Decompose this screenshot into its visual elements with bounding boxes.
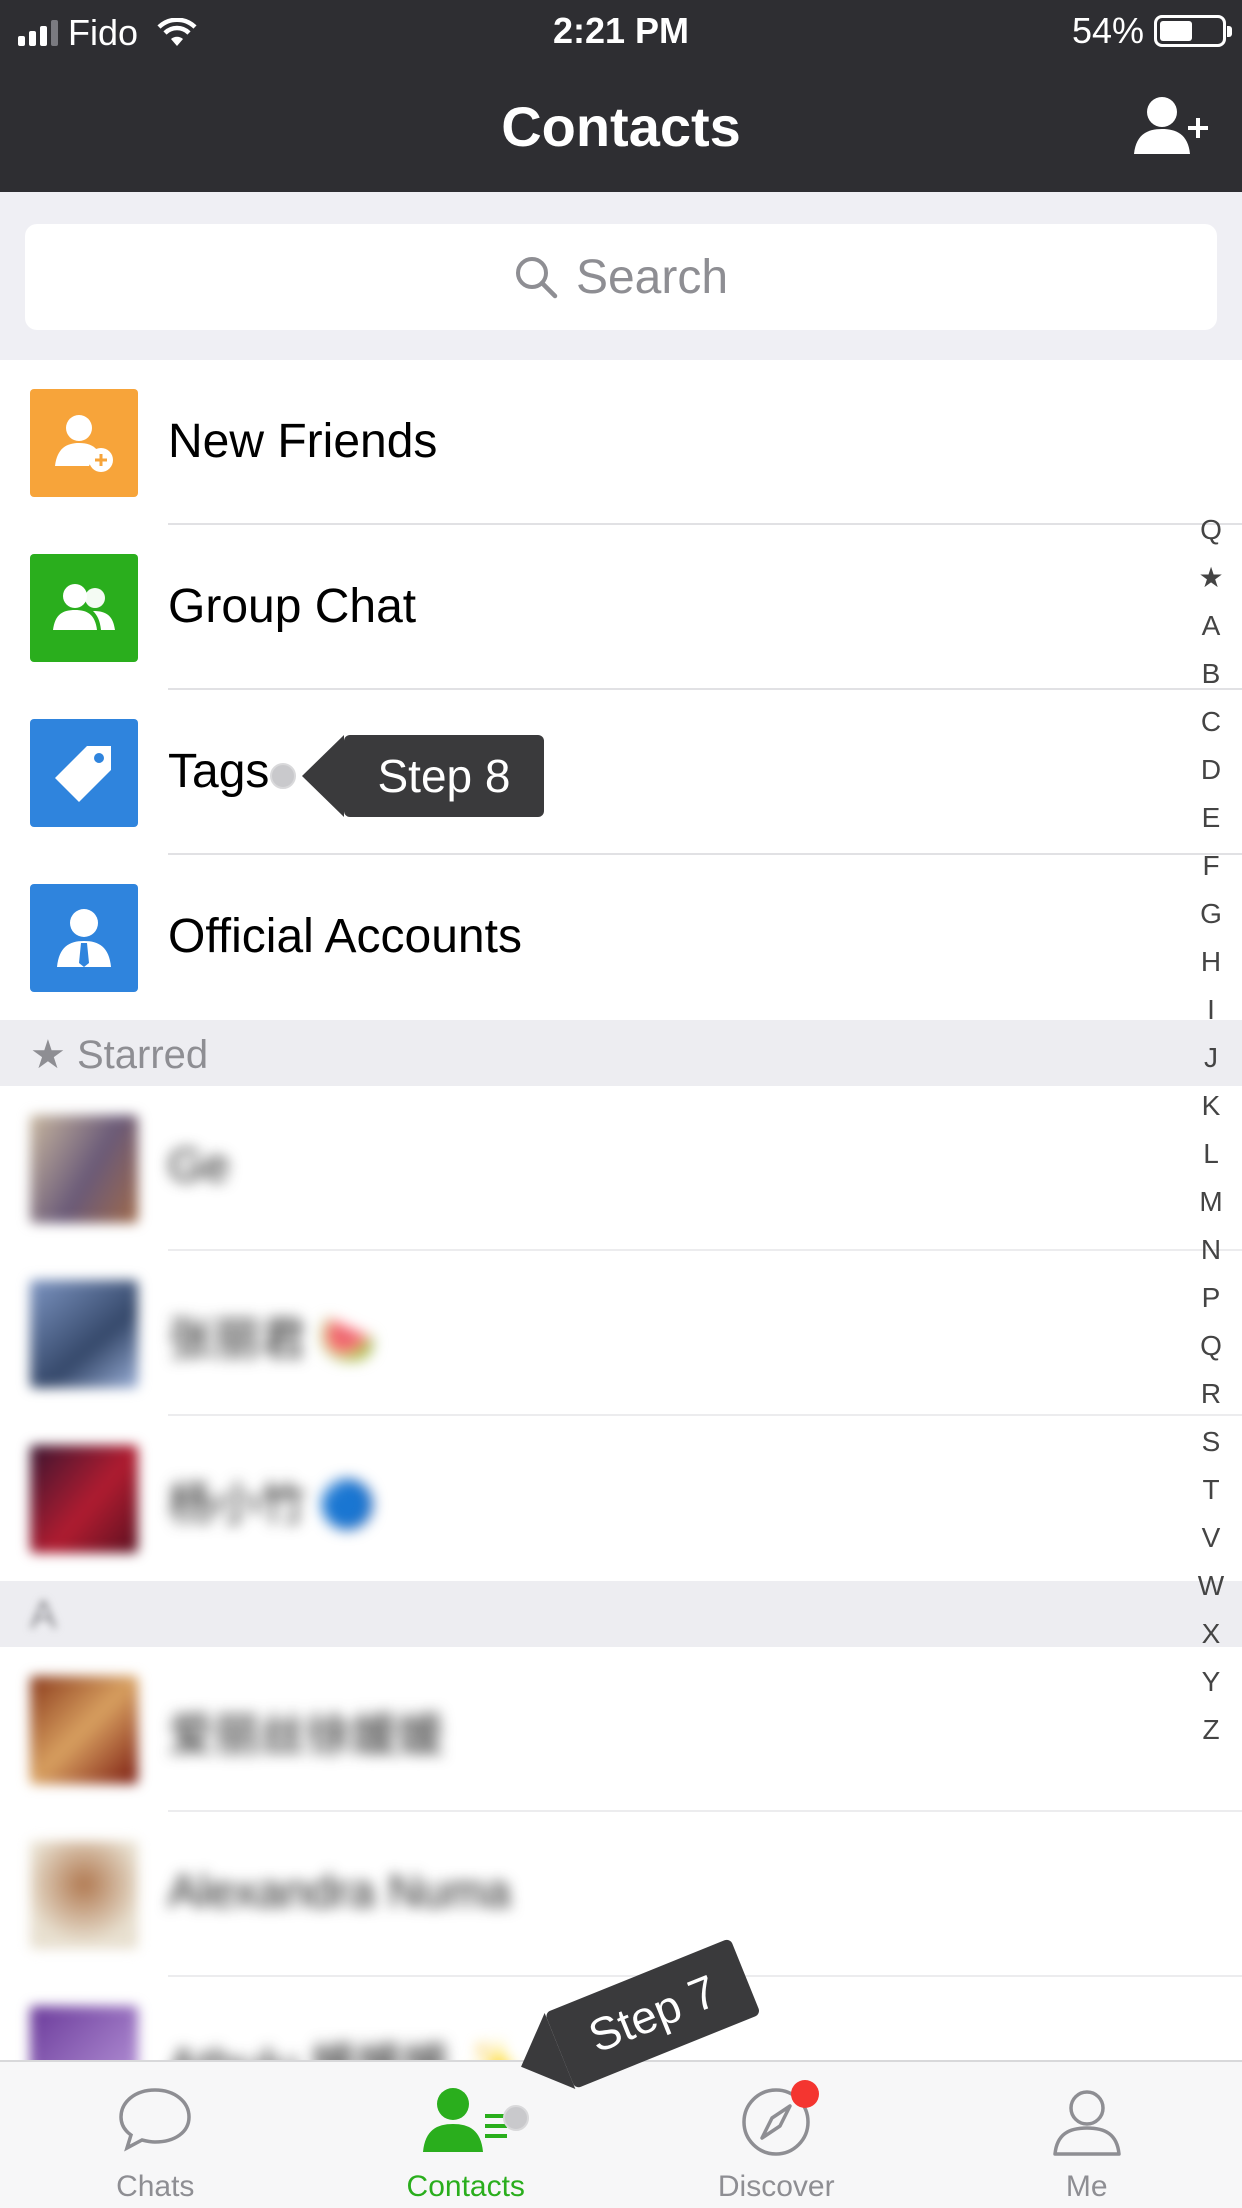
chat-bubble-icon	[119, 2088, 192, 2152]
index-letter[interactable]: P	[1196, 1274, 1226, 1322]
index-letter[interactable]: C	[1196, 698, 1226, 746]
starred-section-header: ★ Starred	[0, 1020, 1242, 1086]
contact-name: 杨小竹 🔵	[168, 1478, 377, 1530]
avatar	[30, 1841, 138, 1949]
step-8-tooltip: Step 8	[302, 735, 544, 817]
avatar	[30, 1115, 138, 1223]
tab-me[interactable]: Me	[932, 2062, 1242, 2208]
list-item[interactable]: Ge	[0, 1086, 1242, 1251]
contact-name: 爱丽丝徐媛媛	[168, 1709, 444, 1761]
index-letter[interactable]: J	[1196, 1034, 1226, 1082]
official-accounts-row[interactable]: Official Accounts	[0, 855, 1242, 1020]
a-section-label: A	[30, 1593, 57, 1637]
index-letter[interactable]: R	[1196, 1370, 1226, 1418]
tab-discover-label: Discover	[717, 2170, 835, 2203]
index-letter[interactable]: K	[1196, 1082, 1226, 1130]
add-contact-icon[interactable]	[1130, 92, 1210, 162]
avatar	[30, 2006, 138, 2060]
index-letter[interactable]: S	[1196, 1418, 1226, 1466]
avatar	[30, 1280, 138, 1388]
official-accounts-icon	[30, 884, 138, 992]
index-letter[interactable]: L	[1196, 1130, 1226, 1178]
index-letter[interactable]: V	[1196, 1514, 1226, 1562]
group-chat-label: Group Chat	[168, 580, 417, 633]
tab-discover[interactable]: Discover	[621, 2062, 932, 2208]
tab-chats-label: Chats	[116, 2170, 195, 2203]
index-letter[interactable]: I	[1196, 986, 1226, 1034]
tab-me-label: Me	[1065, 2170, 1108, 2203]
group-chat-row[interactable]: Group Chat	[0, 525, 1242, 690]
index-letter[interactable]: Q	[1196, 1322, 1226, 1370]
index-letter[interactable]: A	[1196, 602, 1226, 650]
new-friends-label: New Friends	[168, 415, 438, 468]
tags-row[interactable]: Tags	[0, 690, 1242, 855]
contact-name: 张丽君 🍉	[168, 1313, 377, 1365]
tab-contacts-label: Contacts	[406, 2170, 525, 2203]
search-area: Search	[0, 192, 1242, 360]
starred-contact-list: Ge 张丽君 🍉 杨小竹 🔵	[0, 1086, 1242, 1581]
new-friends-icon	[30, 389, 138, 497]
official-accounts-label: Official Accounts	[168, 910, 522, 963]
index-letter[interactable]: Q	[1196, 506, 1226, 554]
contacts-icon	[422, 2088, 507, 2152]
a-section-header: A	[0, 1581, 1242, 1647]
index-letter[interactable]: H	[1196, 938, 1226, 986]
tab-bar: Chats Contacts Discover Me	[0, 2060, 1242, 2208]
step-7-marker	[503, 2105, 529, 2131]
new-friends-row[interactable]: New Friends	[0, 360, 1242, 525]
list-item[interactable]: 张丽君 🍉	[0, 1251, 1242, 1416]
index-letter[interactable]: M	[1196, 1178, 1226, 1226]
list-item[interactable]: 杨小竹 🔵	[0, 1416, 1242, 1581]
status-time: 2:21 PM	[552, 10, 690, 51]
index-letter[interactable]: Z	[1196, 1706, 1226, 1754]
index-letter[interactable]: B	[1196, 650, 1226, 698]
battery-percent: 54%	[1071, 10, 1144, 51]
contact-name: Ge	[168, 1139, 230, 1191]
person-icon	[1053, 2090, 1121, 2156]
index-letter[interactable]: E	[1196, 794, 1226, 842]
starred-section-label: ★ Starred	[30, 1033, 209, 1077]
contact-name: Alexandra Numa	[168, 1865, 511, 1917]
search-input[interactable]: Search	[25, 224, 1217, 330]
index-letter[interactable]: D	[1196, 746, 1226, 794]
index-letter[interactable]: N	[1196, 1226, 1226, 1274]
search-placeholder: Search	[575, 250, 729, 304]
index-letter[interactable]: X	[1196, 1610, 1226, 1658]
index-letter[interactable]: T	[1196, 1466, 1226, 1514]
list-item[interactable]: Alexandra Numa	[0, 1812, 1242, 1977]
index-letter[interactable]: G	[1196, 890, 1226, 938]
index-letter[interactable]: ★	[1196, 554, 1226, 602]
nav-bar: Contacts	[0, 62, 1242, 192]
avatar	[30, 1445, 138, 1553]
alphabet-index[interactable]: Q ★ A B C D E F G H I J K L M N P Q R S T V W X Y Z	[1196, 506, 1226, 1754]
search-icon	[515, 257, 558, 299]
battery-icon	[1154, 15, 1232, 47]
index-letter[interactable]: F	[1196, 842, 1226, 890]
tab-chats[interactable]: Chats	[0, 2062, 311, 2208]
tag-icon	[30, 719, 138, 827]
index-letter[interactable]: Y	[1196, 1658, 1226, 1706]
page-title: Contacts	[501, 95, 741, 158]
status-bar: Fido 2:21 PM 54%	[0, 0, 1242, 62]
group-chat-icon	[30, 554, 138, 662]
contact-name: Athulu 媛媛媛 ✨	[168, 2029, 519, 2060]
function-list: New Friends Group Chat Tags Official Acc…	[0, 360, 1242, 1020]
list-item[interactable]: 爱丽丝徐媛媛	[0, 1647, 1242, 1812]
discover-badge	[791, 2080, 819, 2108]
tags-label: Tags	[168, 745, 270, 798]
index-letter[interactable]: W	[1196, 1562, 1226, 1610]
step-8-marker	[270, 763, 296, 789]
avatar	[30, 1676, 138, 1784]
